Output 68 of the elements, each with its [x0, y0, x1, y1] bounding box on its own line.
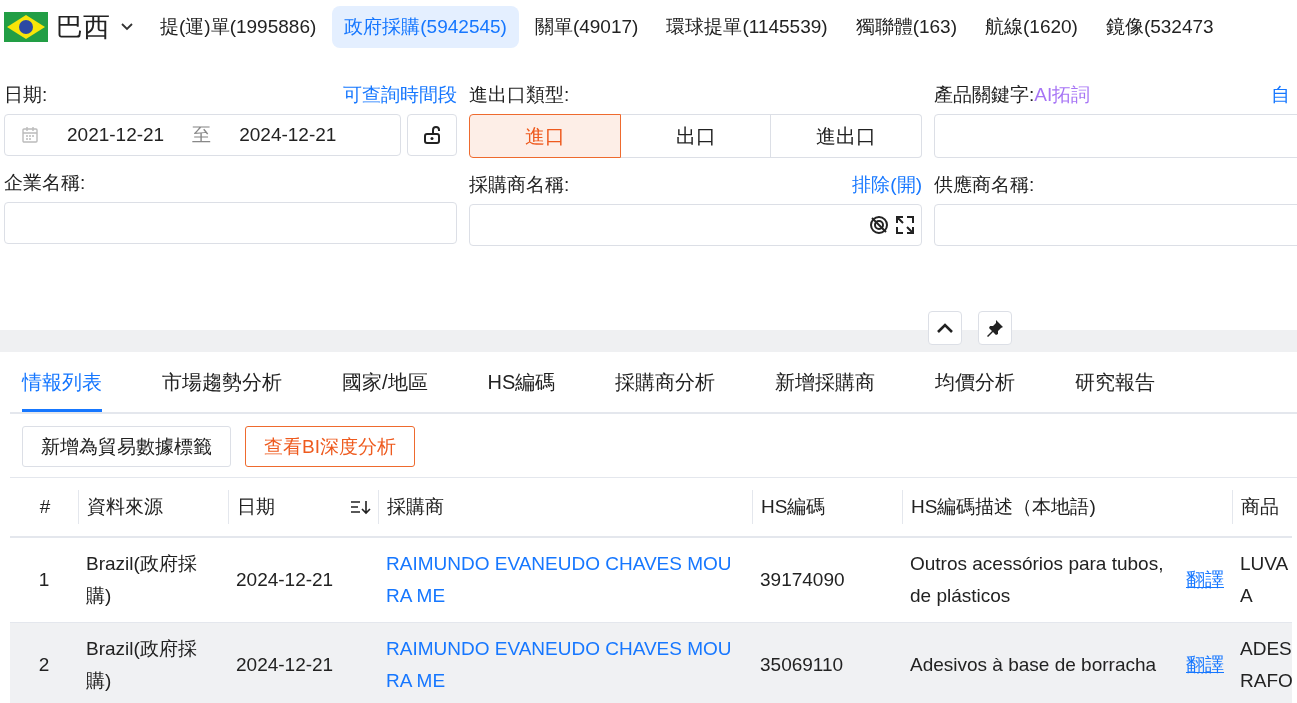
table-cell-text: Outros acessórios para tubos, de plásticos — [910, 552, 1165, 608]
country-dropdown[interactable]: 巴西 — [4, 9, 134, 45]
table-cell-text: Adesivos à base de borracha — [910, 653, 1158, 677]
table-cell: 1 — [38, 569, 50, 590]
analysis-tab[interactable]: 均價分析 — [935, 352, 1016, 412]
pin-button[interactable] — [978, 311, 1012, 345]
source-tab[interactable]: 提(運)單(1995886) — [148, 6, 329, 48]
source-tab[interactable]: 政府採購(5942545) — [332, 6, 519, 48]
field-label: 進出口類型: — [469, 83, 570, 107]
supplier-name-field[interactable] — [934, 204, 1297, 246]
flag-icon — [4, 12, 48, 42]
time-range-link[interactable]: 可查詢時間段 — [343, 82, 457, 108]
exclude-link[interactable]: 排除(開) — [852, 172, 922, 198]
chevron-up-icon — [935, 321, 955, 335]
table-cell: 2 — [38, 654, 50, 675]
collapse-button[interactable] — [928, 311, 962, 345]
analysis-tab[interactable]: 採購商分析 — [615, 352, 716, 412]
analysis-tab[interactable]: 市場趨勢分析 — [162, 352, 282, 412]
auto-link[interactable]: 自 — [1271, 82, 1290, 108]
unlock-button[interactable] — [407, 114, 457, 156]
calendar-icon — [21, 126, 39, 144]
target-off-icon[interactable] — [869, 215, 889, 235]
source-tab[interactable]: 鏡像(532473 — [1093, 6, 1226, 48]
column-header: 日期 — [237, 495, 275, 519]
translate-link[interactable]: 翻譯 — [1186, 649, 1224, 681]
source-tab[interactable]: 航線(1620) — [973, 6, 1090, 48]
analysis-tab[interactable]: HS編碼 — [487, 352, 556, 412]
source-tab[interactable]: 獨聯體(163) — [843, 6, 969, 48]
expand-icon[interactable] — [895, 215, 915, 235]
table-cell-text: LUVA A — [1240, 552, 1289, 608]
add-tag-button[interactable]: 新增為貿易數據標籤 — [22, 426, 231, 467]
chevron-down-icon — [120, 22, 134, 32]
column-header: 採購商 — [387, 495, 444, 519]
column-header: 資料來源 — [87, 495, 163, 519]
analysis-tab[interactable]: 國家/地區 — [342, 352, 428, 412]
source-tab[interactable]: 環球提單(1145539) — [654, 6, 840, 48]
table-cell: Brazil(政府採購) — [86, 553, 197, 606]
column-header: HS編碼描述（本地語) — [911, 495, 1096, 519]
buyer-name-field[interactable] — [469, 204, 922, 246]
table-cell: Brazil(政府採購) — [86, 638, 197, 691]
sort-icon[interactable] — [350, 499, 372, 515]
table-cell: 39174090 — [760, 569, 845, 590]
trade-type-option[interactable]: 進出口 — [771, 114, 922, 158]
field-label: 採購商名稱: — [469, 173, 570, 197]
buyer-link[interactable]: RAIMUNDO EVANEUDO CHAVES MOURA ME — [386, 548, 744, 612]
analysis-tab[interactable]: 研究報告 — [1075, 352, 1156, 412]
column-header: 商品 — [1241, 495, 1279, 519]
column-header: HS編碼 — [761, 495, 826, 519]
translate-link[interactable]: 翻譯 — [1186, 564, 1224, 596]
buyer-link[interactable]: RAIMUNDO EVANEUDO CHAVES MOURA ME — [386, 633, 744, 697]
date-range-field[interactable]: 2021-12-21 至 2024-12-21 — [4, 114, 401, 156]
company-name-field[interactable] — [4, 202, 457, 244]
source-tab[interactable]: 關單(49017) — [522, 6, 651, 48]
unlock-icon — [422, 125, 442, 145]
pin-icon — [986, 319, 1004, 337]
product-keyword-field[interactable] — [934, 114, 1297, 158]
table-cell-text: ADES RAFO — [1240, 637, 1292, 693]
column-header: # — [39, 496, 51, 518]
field-label: 日期: — [4, 83, 48, 107]
analysis-tab[interactable]: 情報列表 — [22, 352, 102, 412]
table-cell: 35069110 — [760, 654, 844, 675]
table-cell: 2024-12-21 — [236, 569, 334, 590]
analysis-tab[interactable]: 新增採購商 — [775, 352, 876, 412]
field-label: 供應商名稱: — [934, 173, 1035, 197]
trade-type-option[interactable]: 出口 — [620, 114, 772, 158]
field-label: 企業名稱: — [4, 171, 86, 195]
field-label: 產品關鍵字: — [934, 83, 1035, 107]
table-cell: 2024-12-21 — [236, 654, 334, 675]
